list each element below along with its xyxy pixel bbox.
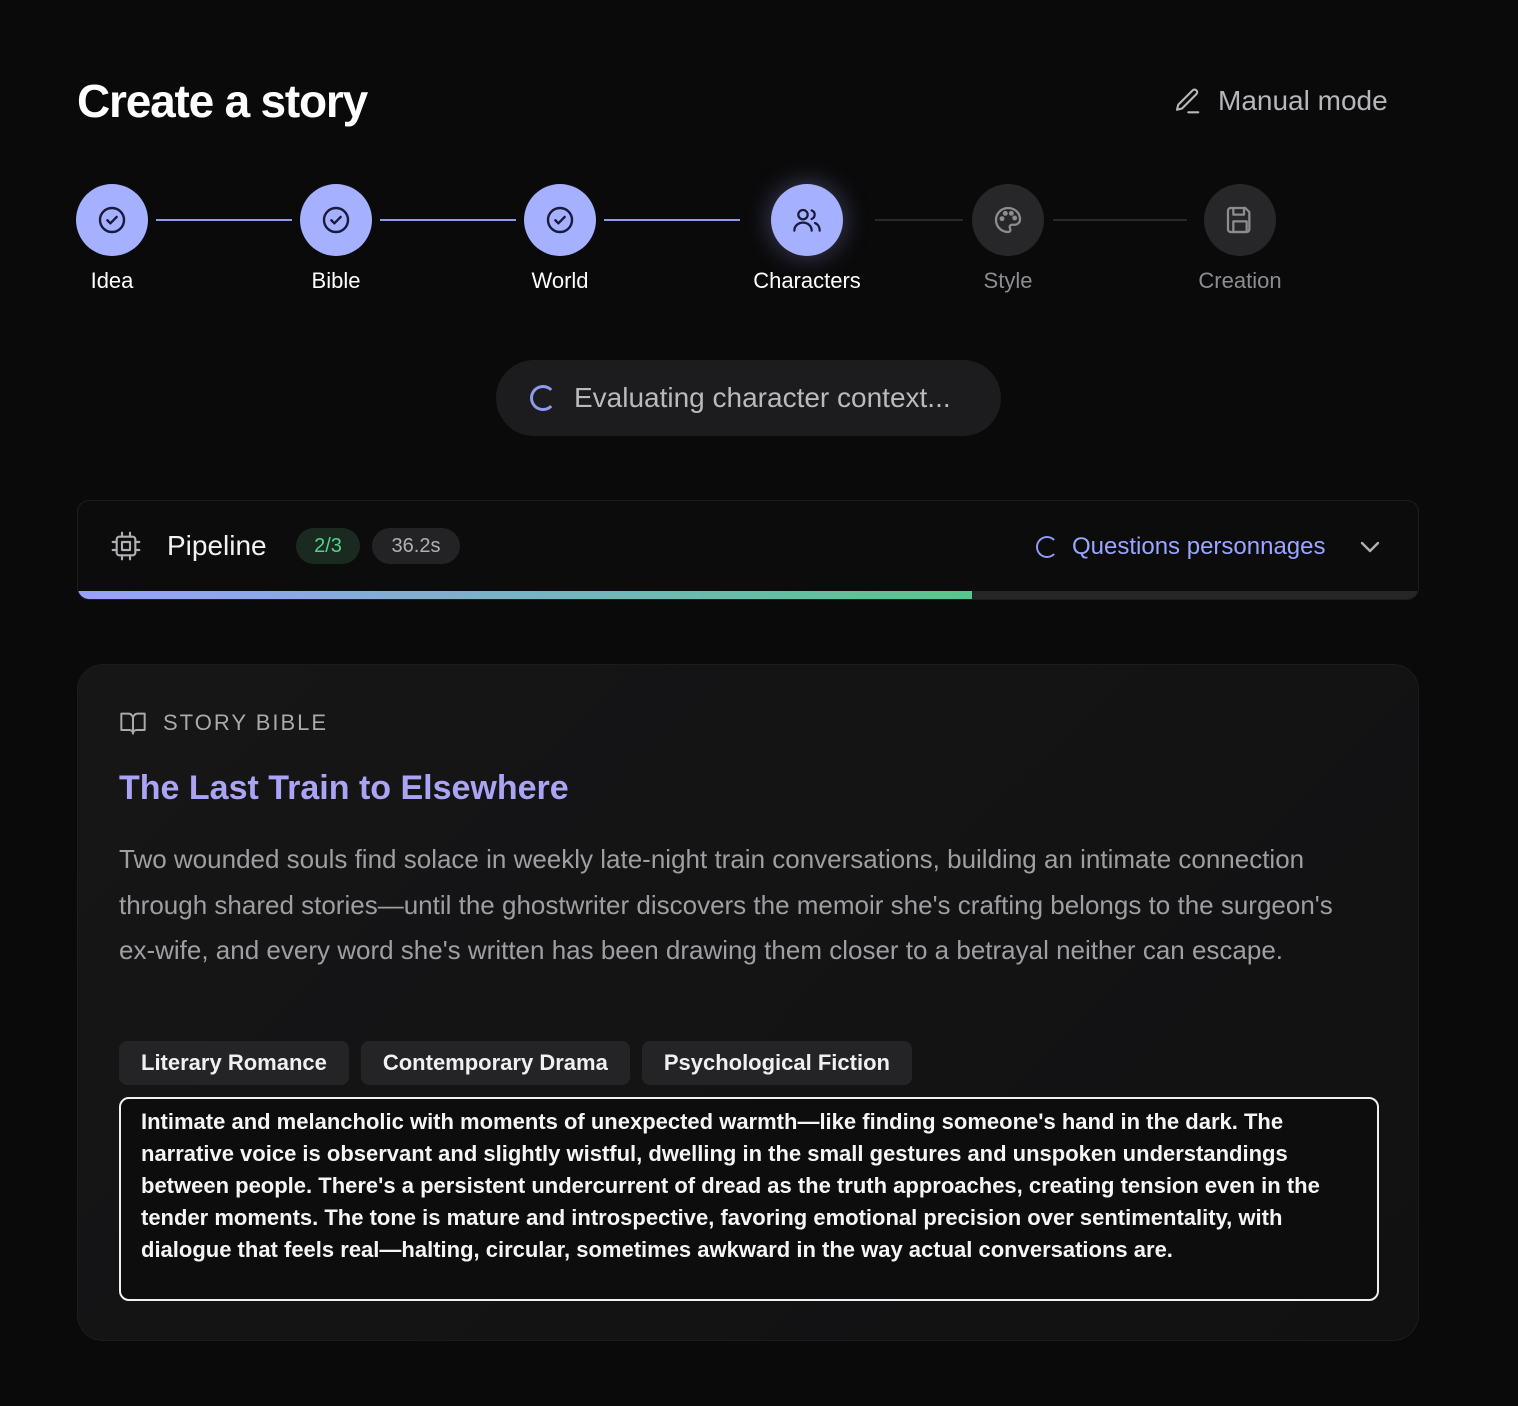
step-connector bbox=[875, 219, 963, 221]
pencil-icon bbox=[1175, 88, 1200, 114]
step-bible[interactable] bbox=[300, 184, 372, 256]
step-label-creation: Creation bbox=[1198, 268, 1282, 293]
genre-tag: Contemporary Drama bbox=[360, 1041, 630, 1085]
status-text: Evaluating character context... bbox=[574, 382, 951, 413]
story-title: The Last Train to Elsewhere bbox=[119, 769, 569, 807]
check-circle-icon bbox=[322, 206, 350, 234]
pipeline-current-step-label: Questions personnages bbox=[1072, 533, 1326, 560]
step-label-bible: Bible bbox=[311, 268, 361, 293]
chevron-down-icon[interactable] bbox=[1354, 531, 1386, 563]
check-circle-icon bbox=[98, 206, 126, 234]
manual-mode-button[interactable]: Manual mode bbox=[1160, 76, 1412, 126]
create-story-page: Create a story Manual mode Idea Bible Wo… bbox=[0, 0, 1518, 1406]
step-connector bbox=[380, 219, 516, 221]
story-bible-card: STORY BIBLE The Last Train to Elsewhere … bbox=[77, 664, 1419, 1341]
step-connector bbox=[1053, 219, 1187, 221]
pipeline-elapsed-badge: 36.2s bbox=[372, 528, 460, 564]
step-world[interactable] bbox=[524, 184, 596, 256]
genre-tags: Literary Romance Contemporary Drama Psyc… bbox=[119, 1041, 912, 1085]
pipeline-count-badge: 2/3 bbox=[296, 528, 360, 564]
genre-tag: Psychological Fiction bbox=[641, 1041, 912, 1085]
loading-spinner-icon bbox=[530, 385, 556, 411]
step-label-style: Style bbox=[983, 268, 1033, 293]
users-icon bbox=[793, 208, 821, 232]
tone-textarea[interactable]: Intimate and melancholic with moments of… bbox=[119, 1097, 1379, 1301]
step-connector bbox=[604, 219, 740, 221]
step-characters[interactable] bbox=[771, 184, 843, 256]
pipeline-panel: Pipeline 2/3 36.2s Questions personnages bbox=[77, 500, 1419, 600]
step-idea[interactable] bbox=[76, 184, 148, 256]
pipeline-title: Pipeline bbox=[167, 530, 267, 561]
loading-spinner-icon bbox=[1036, 536, 1058, 558]
genre-tag: Literary Romance bbox=[119, 1041, 349, 1085]
step-connector bbox=[156, 219, 292, 221]
step-label-characters: Characters bbox=[753, 268, 861, 293]
status-indicator: Evaluating character context... bbox=[496, 360, 1001, 436]
pipeline-current-step[interactable]: Questions personnages bbox=[1036, 527, 1326, 567]
save-icon bbox=[1226, 206, 1251, 234]
page-title: Create a story bbox=[77, 75, 368, 127]
cpu-chip-icon bbox=[111, 531, 141, 561]
manual-mode-label: Manual mode bbox=[1218, 85, 1388, 116]
story-bible-header: STORY BIBLE bbox=[119, 709, 328, 737]
step-label-world: World bbox=[531, 268, 589, 293]
pipeline-progress-fill bbox=[78, 591, 972, 599]
step-style[interactable] bbox=[972, 184, 1044, 256]
check-circle-icon bbox=[546, 206, 574, 234]
palette-icon bbox=[994, 206, 1022, 234]
pipeline-progress-track bbox=[78, 591, 1418, 599]
step-label-idea: Idea bbox=[90, 268, 134, 293]
story-bible-section-label: STORY BIBLE bbox=[163, 710, 329, 735]
story-logline: Two wounded souls find solace in weekly … bbox=[119, 844, 1333, 965]
book-open-icon bbox=[120, 712, 146, 735]
step-creation[interactable] bbox=[1204, 184, 1276, 256]
